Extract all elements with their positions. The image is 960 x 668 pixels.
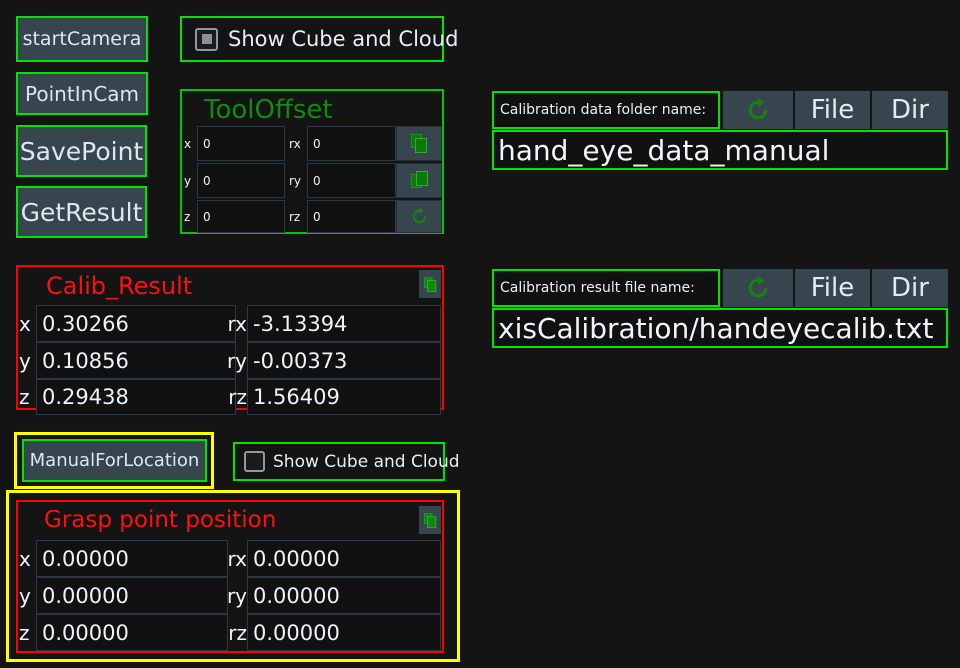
calib-result-label-z: z bbox=[19, 385, 30, 409]
tool-offset-label-ry: ry bbox=[289, 173, 302, 188]
grasp-point-field-z[interactable]: 0.00000 bbox=[36, 614, 228, 651]
show-cube-and-cloud-bottom-group[interactable]: Show Cube and Cloud bbox=[233, 442, 460, 481]
refresh-icon bbox=[748, 275, 768, 298]
tool-offset-field-z[interactable]: 0 bbox=[197, 200, 285, 233]
calib-result-file-file-label: File bbox=[810, 273, 855, 303]
tool-offset-label-x: x bbox=[184, 136, 192, 151]
calib-data-folder-label: Calibration data folder name: bbox=[492, 91, 720, 129]
calib-result-copy-button[interactable] bbox=[419, 270, 441, 298]
calib-result-field-rz[interactable]: 1.56409 bbox=[247, 379, 441, 415]
calib-result-field-rx[interactable]: -3.13394 bbox=[247, 305, 441, 342]
tool-offset-field-rz[interactable]: 0 bbox=[307, 200, 396, 233]
grasp-point-label-rz: rz bbox=[228, 620, 247, 645]
calib-result-label-ry: ry bbox=[226, 348, 247, 373]
refresh-icon bbox=[748, 97, 768, 120]
grasp-point-field-rz[interactable]: 0.00000 bbox=[247, 614, 441, 651]
calib-result-file-dir-label: Dir bbox=[891, 273, 929, 303]
point-in-cam-label: PointInCam bbox=[25, 81, 139, 106]
grasp-point-label-x: x bbox=[19, 546, 31, 571]
calib-result-field-z[interactable]: 0.29438 bbox=[36, 379, 236, 415]
calib-result-label-y: y bbox=[19, 348, 31, 373]
get-result-label: GetResult bbox=[20, 197, 143, 227]
calib-result-file-label: Calibration result file name: bbox=[492, 269, 720, 307]
start-camera-button[interactable]: startCamera bbox=[16, 16, 148, 62]
calib-result-file-file-button[interactable]: File bbox=[795, 269, 870, 307]
calib-data-folder-dir-label: Dir bbox=[891, 95, 929, 125]
tool-offset-label-z: z bbox=[184, 209, 191, 224]
grasp-point-field-rx[interactable]: 0.00000 bbox=[247, 540, 441, 577]
calib-result-field-y[interactable]: 0.10856 bbox=[36, 342, 236, 379]
calib-result-title: Calib_Result bbox=[46, 272, 193, 300]
tool-offset-copy-button-2[interactable] bbox=[396, 163, 442, 198]
calib-result-label-rx: rx bbox=[227, 311, 247, 336]
grasp-point-field-ry[interactable]: 0.00000 bbox=[247, 577, 441, 614]
tool-offset-title: ToolOffset bbox=[204, 95, 333, 125]
tool-offset-copy-button-1[interactable] bbox=[396, 126, 442, 161]
grasp-point-title: Grasp point position bbox=[44, 507, 277, 533]
checkbox-empty-icon[interactable] bbox=[244, 451, 265, 472]
tool-offset-refresh-button[interactable] bbox=[396, 200, 442, 233]
manual-for-location-button[interactable]: ManualForLocation bbox=[22, 439, 207, 482]
show-cube-and-cloud-top-label: Show Cube and Cloud bbox=[228, 27, 459, 51]
calib-result-label-x: x bbox=[19, 311, 31, 336]
calib-result-file-dir-button[interactable]: Dir bbox=[872, 269, 948, 307]
calib-result-field-ry[interactable]: -0.00373 bbox=[247, 342, 441, 379]
calib-data-folder-refresh-button[interactable] bbox=[723, 91, 793, 129]
grasp-point-label-y: y bbox=[19, 583, 31, 608]
start-camera-label: startCamera bbox=[22, 27, 142, 50]
calib-result-file-refresh-button[interactable] bbox=[723, 269, 793, 307]
get-result-button[interactable]: GetResult bbox=[16, 186, 147, 238]
copy-icon bbox=[410, 134, 427, 153]
tool-offset-label-rz: rz bbox=[289, 209, 301, 224]
calib-result-field-x[interactable]: 0.30266 bbox=[36, 305, 236, 342]
grasp-point-label-rx: rx bbox=[227, 546, 247, 571]
calib-data-folder-input[interactable]: hand_eye_data_manual bbox=[492, 130, 948, 170]
refresh-icon bbox=[412, 207, 426, 224]
calib-data-folder-file-label: File bbox=[810, 95, 855, 125]
tool-offset-field-rx[interactable]: 0 bbox=[307, 126, 396, 161]
grasp-point-field-x[interactable]: 0.00000 bbox=[36, 540, 228, 577]
grasp-point-copy-button[interactable] bbox=[419, 506, 441, 534]
tool-offset-label-rx: rx bbox=[289, 136, 301, 151]
copy-icon bbox=[423, 512, 436, 528]
grasp-point-field-y[interactable]: 0.00000 bbox=[36, 577, 228, 614]
manual-for-location-label: ManualForLocation bbox=[29, 449, 200, 471]
copy-icon bbox=[423, 276, 436, 292]
calib-data-folder-file-button[interactable]: File bbox=[795, 91, 870, 129]
calib-result-file-input[interactable]: xisCalibration/handeyecalib.txt bbox=[492, 308, 948, 348]
tool-offset-field-y[interactable]: 0 bbox=[197, 163, 285, 198]
grasp-point-label-ry: ry bbox=[226, 583, 247, 608]
point-in-cam-button[interactable]: PointInCam bbox=[16, 72, 148, 115]
calib-result-label-rz: rz bbox=[228, 385, 247, 409]
tool-offset-field-ry[interactable]: 0 bbox=[307, 163, 396, 198]
tool-offset-field-x[interactable]: 0 bbox=[197, 126, 285, 161]
copy-icon bbox=[410, 171, 428, 188]
show-cube-and-cloud-top-group[interactable]: Show Cube and Cloud bbox=[180, 16, 458, 62]
save-point-label: SavePoint bbox=[19, 136, 144, 166]
grasp-point-label-z: z bbox=[19, 620, 30, 645]
save-point-button[interactable]: SavePoint bbox=[16, 125, 147, 177]
calib-data-folder-dir-button[interactable]: Dir bbox=[872, 91, 948, 129]
checkbox-partial-icon[interactable] bbox=[195, 27, 218, 51]
show-cube-and-cloud-bottom-label: Show Cube and Cloud bbox=[273, 451, 460, 472]
tool-offset-label-y: y bbox=[184, 173, 192, 188]
